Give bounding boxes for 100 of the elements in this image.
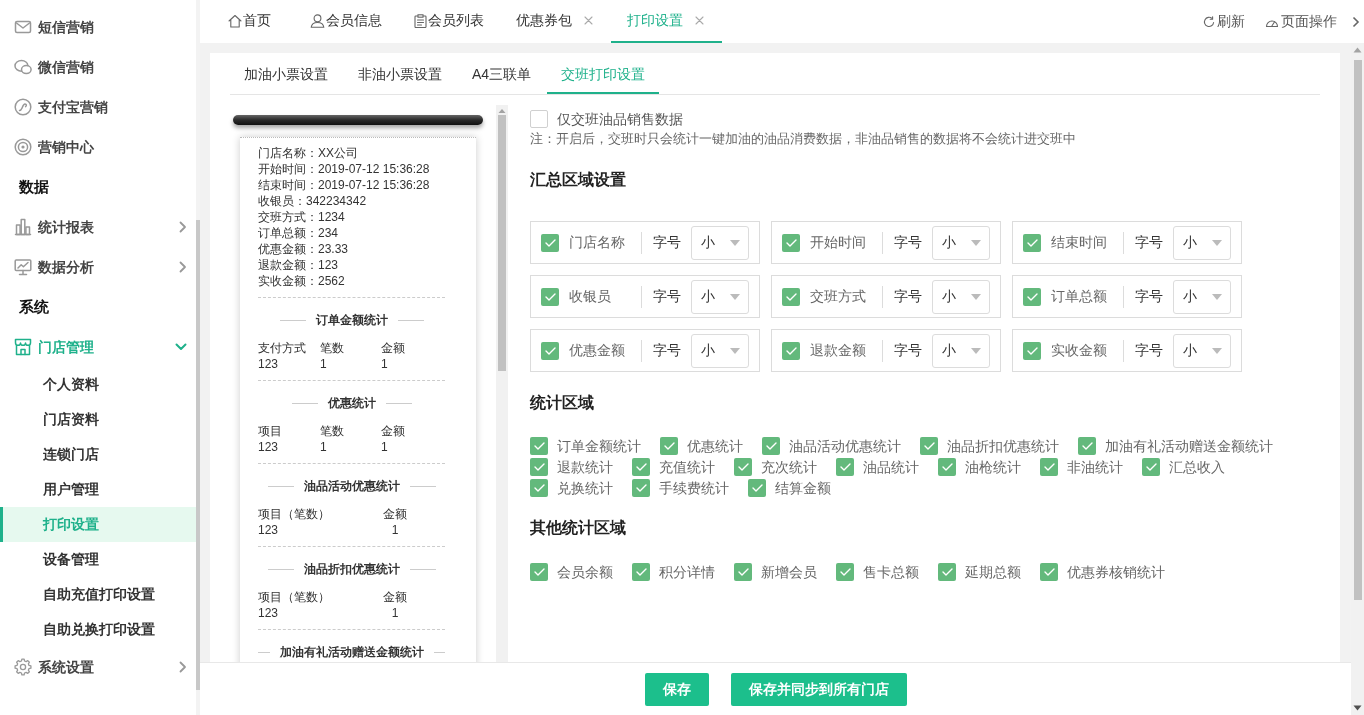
tab[interactable]: 加油小票设置	[230, 56, 342, 94]
checkbox[interactable]	[782, 233, 800, 252]
checkmark-icon	[737, 463, 749, 471]
checkbox[interactable]	[632, 458, 650, 476]
sidebar-item[interactable]: 营销中心	[0, 127, 196, 167]
checkbox[interactable]	[748, 479, 766, 497]
font-size-select[interactable]: 小	[932, 225, 990, 260]
checkbox[interactable]	[836, 458, 854, 476]
checkbox[interactable]	[530, 458, 548, 476]
checkbox[interactable]	[734, 458, 752, 476]
sidebar-subitem[interactable]: 连锁门店	[0, 437, 196, 472]
checkbox[interactable]	[938, 458, 956, 476]
checkbox[interactable]	[530, 563, 548, 581]
tab[interactable]: A4三联单	[458, 56, 546, 94]
checkbox[interactable]	[530, 437, 548, 455]
checkbox[interactable]	[1023, 287, 1041, 306]
scroll-up-icon[interactable]	[1353, 47, 1362, 53]
sidebar-item[interactable]: 微信营销	[0, 47, 196, 87]
tab[interactable]: 会员信息	[294, 0, 398, 43]
checkbox[interactable]	[1040, 563, 1058, 581]
tab[interactable]: 优惠券包	[500, 0, 611, 43]
checkbox[interactable]	[632, 479, 650, 497]
receipt-line: 开始时间：2019-07-12 15:36:28	[258, 161, 430, 177]
font-size-select[interactable]: 小	[691, 333, 749, 368]
sidebar-item[interactable]: 支付宝营销	[0, 87, 196, 127]
checkbox[interactable]	[762, 437, 780, 455]
receipt-scrollbar[interactable]	[496, 105, 508, 662]
sidebar-subitem[interactable]: 自助兑换打印设置	[0, 612, 196, 647]
scrollbar-thumb[interactable]	[1353, 60, 1362, 600]
tab[interactable]: 会员列表	[398, 0, 500, 43]
sidebar-subitem[interactable]: 设备管理	[0, 542, 196, 577]
sidebar-item[interactable]: 系统设置	[0, 647, 196, 687]
receipt-section-title: 优惠统计	[327, 396, 376, 410]
chat-bubbles-icon	[14, 58, 32, 76]
checkbox[interactable]	[530, 479, 548, 497]
checkbox-label: 交班方式	[810, 287, 867, 306]
checkbox[interactable]	[1023, 341, 1041, 360]
checkmark-icon	[785, 346, 797, 355]
checkbox-label: 退款金额	[810, 341, 867, 360]
chevron-down-icon[interactable]	[175, 343, 187, 351]
close-icon[interactable]	[695, 16, 704, 25]
font-size-select[interactable]: 小	[1173, 279, 1231, 314]
chevron-right-icon[interactable]	[179, 261, 187, 273]
section-heading: 统计区域	[530, 393, 594, 413]
sidebar-item[interactable]: 短信营销	[0, 7, 196, 47]
close-icon[interactable]	[584, 16, 593, 25]
font-size-select[interactable]: 小	[691, 225, 749, 260]
checkmark-icon	[1026, 238, 1038, 247]
sidebar-subitem[interactable]: 个人资料	[0, 367, 196, 402]
checkmark-icon	[544, 292, 556, 301]
font-size-select[interactable]: 小	[932, 333, 990, 368]
checkbox[interactable]	[734, 563, 752, 581]
caret-down-icon	[971, 293, 981, 300]
tab[interactable]: 首页	[212, 0, 294, 43]
checkbox[interactable]	[660, 437, 678, 455]
checkbox[interactable]	[836, 563, 854, 581]
chevron-right-icon[interactable]	[179, 221, 187, 233]
scroll-down-icon[interactable]	[1353, 705, 1362, 711]
checkbox[interactable]	[1142, 458, 1160, 476]
checkbox[interactable]	[920, 437, 938, 455]
font-size-select[interactable]: 小	[1173, 333, 1231, 368]
page-actions-button[interactable]: 页面操作	[1265, 11, 1337, 32]
receipt-cell-text: 1	[320, 356, 328, 372]
caret-down-icon	[730, 293, 740, 300]
scrollbar-thumb[interactable]	[498, 115, 506, 371]
receipt-cell-text: 123	[258, 605, 280, 621]
checkbox[interactable]	[541, 233, 559, 252]
checkbox[interactable]	[541, 341, 559, 360]
checkbox-label: 售卡总额	[863, 563, 919, 581]
checkbox-label: 门店名称	[569, 233, 626, 252]
checkmark-icon	[839, 568, 851, 576]
checkbox[interactable]	[1040, 458, 1058, 476]
checkbox[interactable]	[632, 563, 650, 581]
receipt-column-header: 项目（笔数）	[258, 506, 331, 522]
font-size-select[interactable]: 小	[691, 279, 749, 314]
checkmark-icon	[839, 463, 851, 471]
sidebar-subitem[interactable]: 自助充值打印设置	[0, 577, 196, 612]
checkbox[interactable]	[530, 110, 548, 128]
checkbox[interactable]	[782, 341, 800, 360]
checkbox[interactable]	[1023, 233, 1041, 252]
refresh-button[interactable]: 刷新	[1203, 11, 1245, 32]
receipt-section-title: 油品折扣优惠统计	[303, 562, 400, 576]
receipt-cell-text: 1	[381, 356, 389, 372]
checkbox[interactable]	[938, 563, 956, 581]
sidebar-subitem[interactable]: 门店资料	[0, 402, 196, 437]
checkbox[interactable]	[1078, 437, 1096, 455]
receipt-cell-text: 1	[381, 439, 389, 455]
sidebar-subitem[interactable]: 用户管理	[0, 472, 196, 507]
store-icon	[14, 338, 32, 356]
checkbox[interactable]	[782, 287, 800, 306]
sidebar-item[interactable]: 数据分析	[0, 247, 196, 287]
chevron-right-icon[interactable]	[1352, 15, 1360, 28]
bar-chart-icon	[14, 218, 32, 236]
tab[interactable]: 非油小票设置	[344, 56, 456, 94]
checkbox[interactable]	[541, 287, 559, 306]
sidebar-item[interactable]: 统计报表	[0, 207, 196, 247]
scrollbar-thumb[interactable]	[196, 220, 200, 690]
font-size-select[interactable]: 小	[932, 279, 990, 314]
chevron-right-icon[interactable]	[179, 661, 187, 673]
font-size-select[interactable]: 小	[1173, 225, 1231, 260]
